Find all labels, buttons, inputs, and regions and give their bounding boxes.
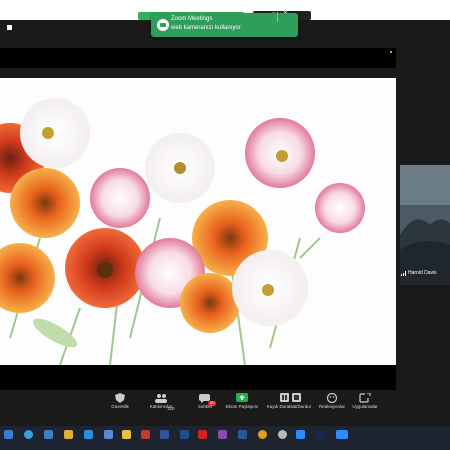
word-icon[interactable]	[160, 430, 169, 439]
word-doc-icon[interactable]	[238, 430, 247, 439]
zoom-meeting-icon[interactable]	[336, 430, 348, 439]
window-control-icon[interactable]	[7, 25, 12, 30]
acrobat-icon[interactable]	[198, 430, 207, 439]
start-icon[interactable]	[4, 430, 13, 439]
store-icon[interactable]	[44, 430, 53, 439]
pause-record-icon	[280, 393, 301, 402]
recording-indicator-icon	[390, 51, 392, 53]
apps-icon	[359, 393, 371, 403]
zoom-icon[interactable]	[296, 430, 305, 439]
camera-notification[interactable]: Zoom Meetings web kameranızı kullanıyor	[151, 13, 298, 37]
lightroom-icon[interactable]	[180, 430, 189, 439]
participant-video[interactable]	[400, 165, 450, 285]
participant-name: Harold Davis	[408, 270, 437, 276]
shared-screen-content	[0, 78, 396, 365]
notification-title: Zoom Meetings	[171, 16, 213, 22]
shield-icon	[115, 393, 125, 403]
mail-icon[interactable]	[84, 430, 93, 439]
edge-icon[interactable]	[24, 430, 33, 439]
powerpoint-icon[interactable]	[141, 430, 150, 439]
chevron-down-icon[interactable]: ⌄	[282, 6, 289, 15]
camera-icon	[157, 19, 169, 31]
people-icon	[155, 394, 167, 403]
participant-video-feed	[400, 165, 450, 285]
tulips-image	[0, 98, 365, 365]
notification-subtitle: web kameranızı kullanıyor	[171, 25, 241, 31]
shared-screen-top-bar	[0, 48, 396, 68]
settings-icon[interactable]	[278, 430, 287, 439]
shared-screen-bottom-bar	[0, 365, 396, 390]
notification-divider	[277, 2, 278, 22]
folder-icon[interactable]	[64, 430, 73, 439]
share-screen-icon	[236, 393, 248, 402]
explorer-icon[interactable]	[122, 430, 131, 439]
app-icon[interactable]	[218, 430, 227, 439]
photoshop-icon[interactable]	[316, 430, 325, 439]
apps-label: Uygulamalar	[352, 404, 378, 409]
chrome-icon[interactable]	[258, 430, 267, 439]
signal-icon	[401, 271, 406, 276]
reactions-icon	[326, 393, 338, 403]
calendar-icon[interactable]	[104, 430, 113, 439]
